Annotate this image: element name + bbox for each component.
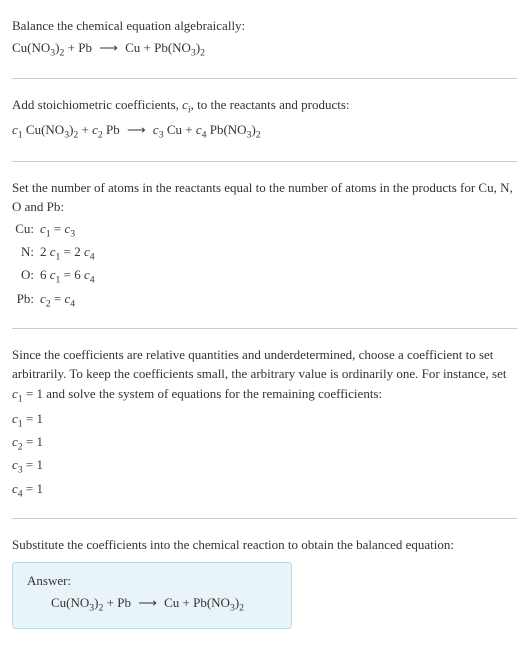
solve-intro: Since the coefficients are relative quan… [12,345,517,407]
element-label: N: [12,242,40,265]
table-row: Cu:c1 = c3 [12,219,517,242]
section-answer: Substitute the coefficients into the che… [12,527,517,637]
answer-label: Answer: [27,573,277,589]
atom-balance-intro: Set the number of atoms in the reactants… [12,178,517,217]
coeff-solution-list: c1 = 1c2 = 1c3 = 1c4 = 1 [12,409,517,502]
coeff-equation: c1 Cu(NO3)2 + c2 Pb ⟶ c3 Cu + c4 Pb(NO3)… [12,122,517,141]
element-label: O: [12,265,40,288]
coeff-value-line: c3 = 1 [12,455,517,478]
section-atom-balance: Set the number of atoms in the reactants… [12,170,517,320]
table-row: O:6 c1 = 6 c4 [12,265,517,288]
element-label: Pb: [12,289,40,312]
element-label: Cu: [12,219,40,242]
atom-balance-table: Cu:c1 = c3N:2 c1 = 2 c4O:6 c1 = 6 c4Pb:c… [12,219,517,312]
section-balance-intro: Balance the chemical equation algebraica… [12,8,517,70]
species-pb: Pb [78,40,92,55]
species-cu: Cu [125,40,140,55]
answer-box: Answer: Cu(NO3)2 + Pb ⟶ Cu + Pb(NO3)2 [12,562,292,629]
coeff-value-line: c2 = 1 [12,432,517,455]
table-row: Pb:c2 = c4 [12,289,517,312]
answer-intro: Substitute the coefficients into the che… [12,535,517,555]
species-cuno32: Cu(NO3)2 [51,595,103,610]
species-cuno32: Cu(NO3)2 [12,40,64,55]
reaction-arrow-icon: ⟶ [99,40,118,56]
reaction-arrow-icon: ⟶ [138,595,157,611]
section-solve: Since the coefficients are relative quan… [12,337,517,510]
divider [12,78,517,79]
divider [12,328,517,329]
reaction-arrow-icon: ⟶ [127,122,146,138]
section-stoich-coeffs: Add stoichiometric coefficients, ci, to … [12,87,517,153]
balance-equation: c2 = c4 [40,289,517,312]
balance-intro-text: Balance the chemical equation algebraica… [12,16,517,36]
coeff-value-line: c4 = 1 [12,479,517,502]
species-pbno32: Pb(NO3)2 [154,40,205,55]
divider [12,161,517,162]
species-cuno32: Cu(NO3)2 [26,122,78,137]
species-pbno32: Pb(NO3)2 [210,122,261,137]
unbalanced-equation: Cu(NO3)2 + Pb ⟶ Cu + Pb(NO3)2 [12,40,517,59]
coeff-value-line: c1 = 1 [12,409,517,432]
balance-equation: 2 c1 = 2 c4 [40,242,517,265]
stoich-intro-text: Add stoichiometric coefficients, ci, to … [12,95,517,118]
balanced-equation: Cu(NO3)2 + Pb ⟶ Cu + Pb(NO3)2 [27,595,277,614]
balance-equation: c1 = c3 [40,219,517,242]
species-pbno32: Pb(NO3)2 [193,595,244,610]
balance-equation: 6 c1 = 6 c4 [40,265,517,288]
table-row: N:2 c1 = 2 c4 [12,242,517,265]
divider [12,518,517,519]
